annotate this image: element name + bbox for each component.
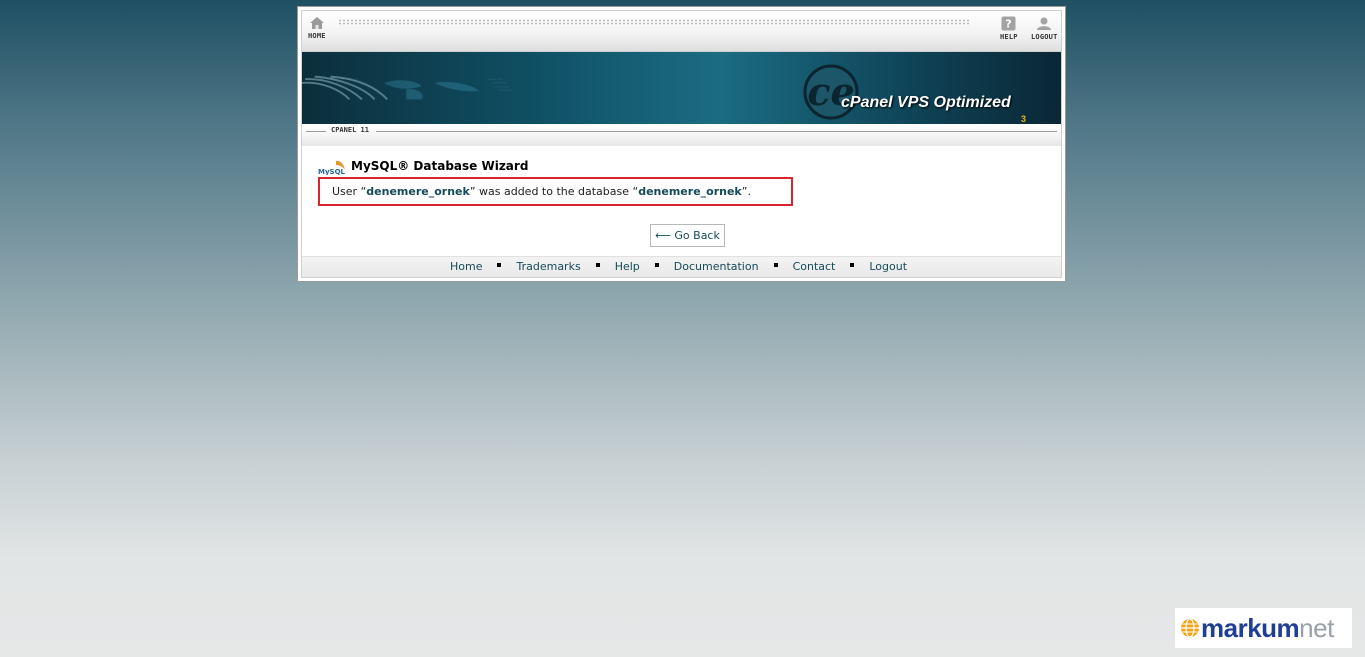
home-label: HOME	[308, 32, 326, 40]
markum-logo-text: markumnet	[1201, 613, 1334, 644]
top-navigation-bar: HOME ? HELP LOGOUT	[302, 11, 1061, 52]
success-message: User “denemere_ornek” was added to the d…	[318, 177, 793, 206]
message-user: denemere_ornek	[366, 185, 470, 198]
dotted-divider	[338, 19, 969, 25]
message-suffix: ”.	[741, 185, 751, 198]
svg-text:21X: 21X	[355, 78, 359, 80]
message-prefix: User “	[332, 185, 367, 198]
crumb-divider-left	[306, 131, 326, 132]
user-icon	[1037, 17, 1052, 30]
cpanel-brand: ce cPanel VPS Optimized 3	[801, 64, 1031, 124]
brand-version: 3	[1021, 114, 1027, 124]
page-title: MySQL® Database Wizard	[351, 159, 529, 173]
globe-icon	[1181, 618, 1199, 638]
go-back-button[interactable]: ⟵ Go Back	[650, 224, 725, 247]
breadcrumb: CPANEL 11	[302, 124, 1061, 146]
footer-separator	[850, 263, 855, 267]
cpanel-window: HOME ? HELP LOGOUT 17X 18X 19X 20X 21X 0…	[297, 6, 1066, 282]
cpanel-logo-icon: ce	[803, 64, 859, 120]
cpanel-inner: HOME ? HELP LOGOUT 17X 18X 19X 20X 21X 0…	[301, 10, 1062, 278]
footer-links: Home Trademarks Help Documentation Contact Lo…	[450, 260, 907, 273]
cpanel-banner: 17X 18X 19X 20X 21X 0110101101011 1010110100…	[302, 52, 1061, 124]
logout-button[interactable]: LOGOUT	[1031, 16, 1058, 41]
footer-separator	[654, 263, 659, 267]
svg-text:?: ?	[1006, 18, 1012, 31]
mysql-dolphin-icon: MySQL	[318, 160, 346, 175]
markum-suffix: net	[1299, 613, 1334, 643]
footer-link-contact[interactable]: Contact	[793, 260, 836, 273]
message-database: denemere_ornek	[638, 185, 742, 198]
svg-text:0101101011010: 0101101011010	[495, 86, 510, 88]
footer: Home Trademarks Help Documentation Contact Lo…	[302, 256, 1061, 277]
help-icon: ?	[1001, 16, 1016, 31]
help-label: HELP	[1000, 33, 1018, 41]
footer-link-logout[interactable]: Logout	[869, 260, 907, 273]
footer-link-home[interactable]: Home	[450, 260, 482, 273]
footer-link-documentation[interactable]: Documentation	[674, 260, 759, 273]
home-button[interactable]: HOME	[308, 16, 326, 40]
home-icon	[309, 17, 324, 29]
crumb-divider-right	[376, 131, 1057, 132]
footer-separator	[773, 263, 778, 267]
footer-link-trademarks[interactable]: Trademarks	[516, 260, 580, 273]
logout-label: LOGOUT	[1031, 33, 1058, 41]
markum-brand: markum	[1201, 613, 1300, 643]
svg-text:MySQL: MySQL	[318, 168, 346, 175]
message-middle: ” was added to the database “	[469, 185, 639, 198]
svg-text:1101010110101: 1101010110101	[498, 90, 513, 92]
footer-separator	[595, 263, 600, 267]
markum-watermark: markumnet	[1175, 608, 1352, 648]
brand-text: cPanel VPS Optimized	[841, 94, 1011, 111]
svg-text:1010110100101: 1010110100101	[491, 83, 506, 85]
server-cables-graphic: 17X 18X 19X 20X 21X 01101011010111010110100…	[302, 75, 513, 101]
svg-text:0110101101011: 0110101101011	[488, 79, 503, 81]
footer-link-help[interactable]: Help	[615, 260, 640, 273]
breadcrumb-label: CPANEL 11	[331, 126, 369, 134]
help-button[interactable]: ? HELP	[1000, 16, 1018, 41]
footer-separator	[497, 263, 502, 267]
